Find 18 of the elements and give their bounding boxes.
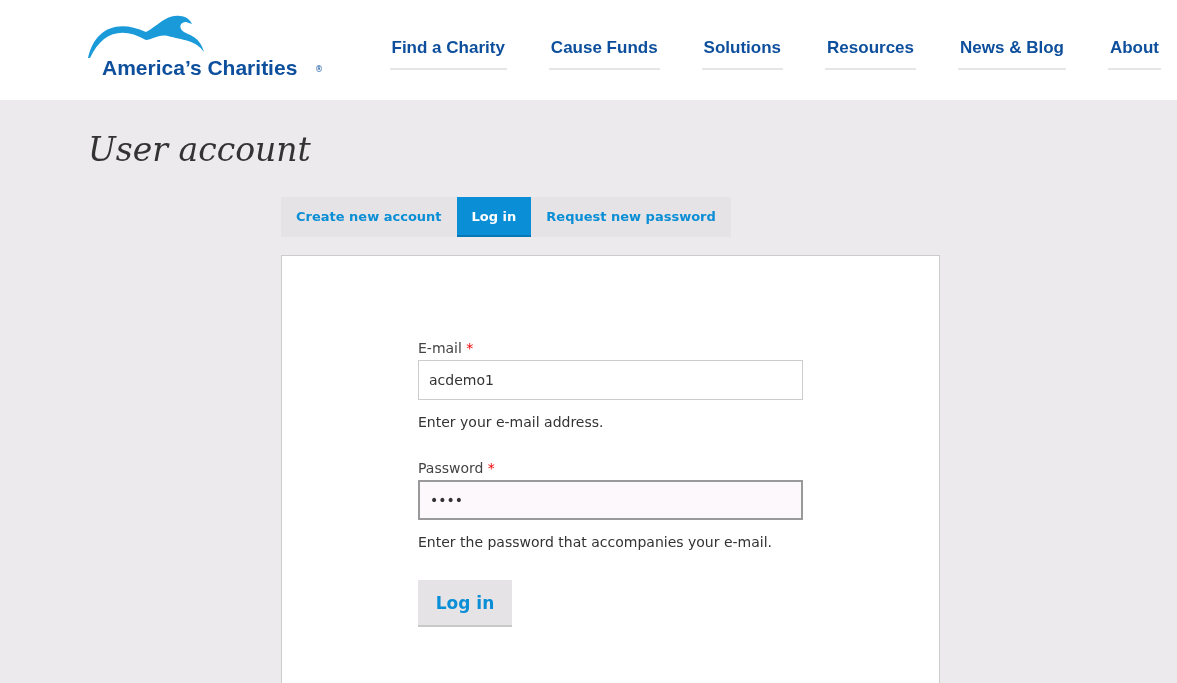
nav-link[interactable]: Resources xyxy=(825,38,916,70)
help-text: Enter your e-mail address. xyxy=(418,414,605,430)
nav-link[interactable]: Find a Charity xyxy=(389,38,507,70)
input-field[interactable]: •••• xyxy=(418,480,803,520)
nav-link[interactable]: News & Blog xyxy=(958,38,1066,70)
nav-link[interactable]: Cause Funds xyxy=(548,38,660,70)
required-mark: * xyxy=(466,340,474,356)
page-title: User account xyxy=(88,130,312,169)
registered-mark: ® xyxy=(315,65,323,74)
input-field[interactable]: acdemo1 xyxy=(418,360,803,400)
help-text: Enter the password that accompanies your e-mail. xyxy=(418,534,774,550)
field-label: Password xyxy=(418,460,484,476)
required-mark: * xyxy=(487,460,495,476)
nav-link[interactable]: About xyxy=(1107,38,1161,70)
logo-text[interactable]: America’s Charities xyxy=(102,56,298,80)
field-label: E-mail xyxy=(418,340,462,356)
tab[interactable]: Log in xyxy=(456,197,532,237)
nav-link[interactable]: Solutions xyxy=(701,38,784,70)
